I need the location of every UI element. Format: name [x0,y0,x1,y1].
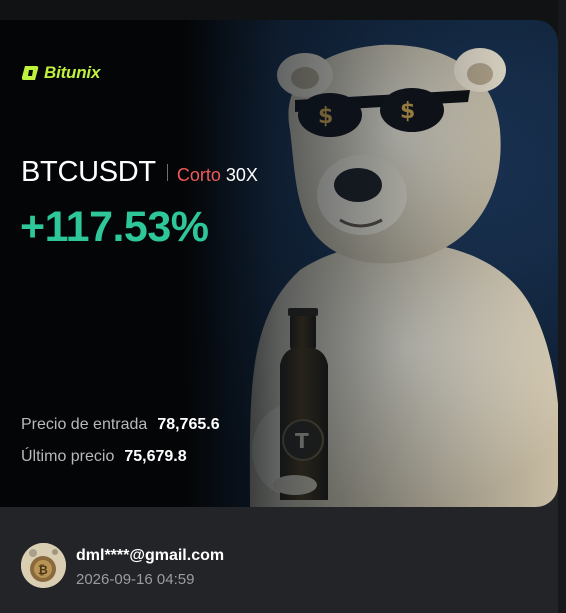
last-price-label: Último precio [21,448,115,465]
pnl-percentage: +117.53% [20,203,209,251]
bitunix-logo-icon [22,66,39,80]
user-email: dml****@gmail.com [76,547,225,564]
trade-hero-panel: $ $ T Bitunix BTCUSDT Corto [0,20,558,507]
last-price-value: 75,679.8 [124,448,187,465]
user-footer: ₿ dml****@gmail.com 2026-09-16 04:59 [0,507,558,613]
entry-price-label: Precio de entrada [21,416,148,433]
window-edge [558,0,566,613]
avatar-image-icon: ₿ [21,543,66,588]
brand-logo: Bitunix [22,63,100,83]
entry-price-row: Precio de entrada 78,765.6 [21,416,220,434]
leverage: 30X [225,165,258,185]
user-avatar[interactable]: ₿ [21,543,66,588]
svg-text:₿: ₿ [38,563,48,577]
position-header: BTCUSDT Corto 30X [21,156,258,189]
brand-name: Bitunix [44,63,101,82]
last-price-row: Último precio 75,679.8 [21,448,187,466]
divider [166,164,168,181]
share-card: $ $ T Bitunix BTCUSDT Corto [0,20,558,613]
trading-pair: BTCUSDT [21,156,156,188]
position-side: Corto [176,165,221,185]
share-timestamp: 2026-09-16 04:59 [76,571,195,588]
entry-price-value: 78,765.6 [157,416,220,433]
